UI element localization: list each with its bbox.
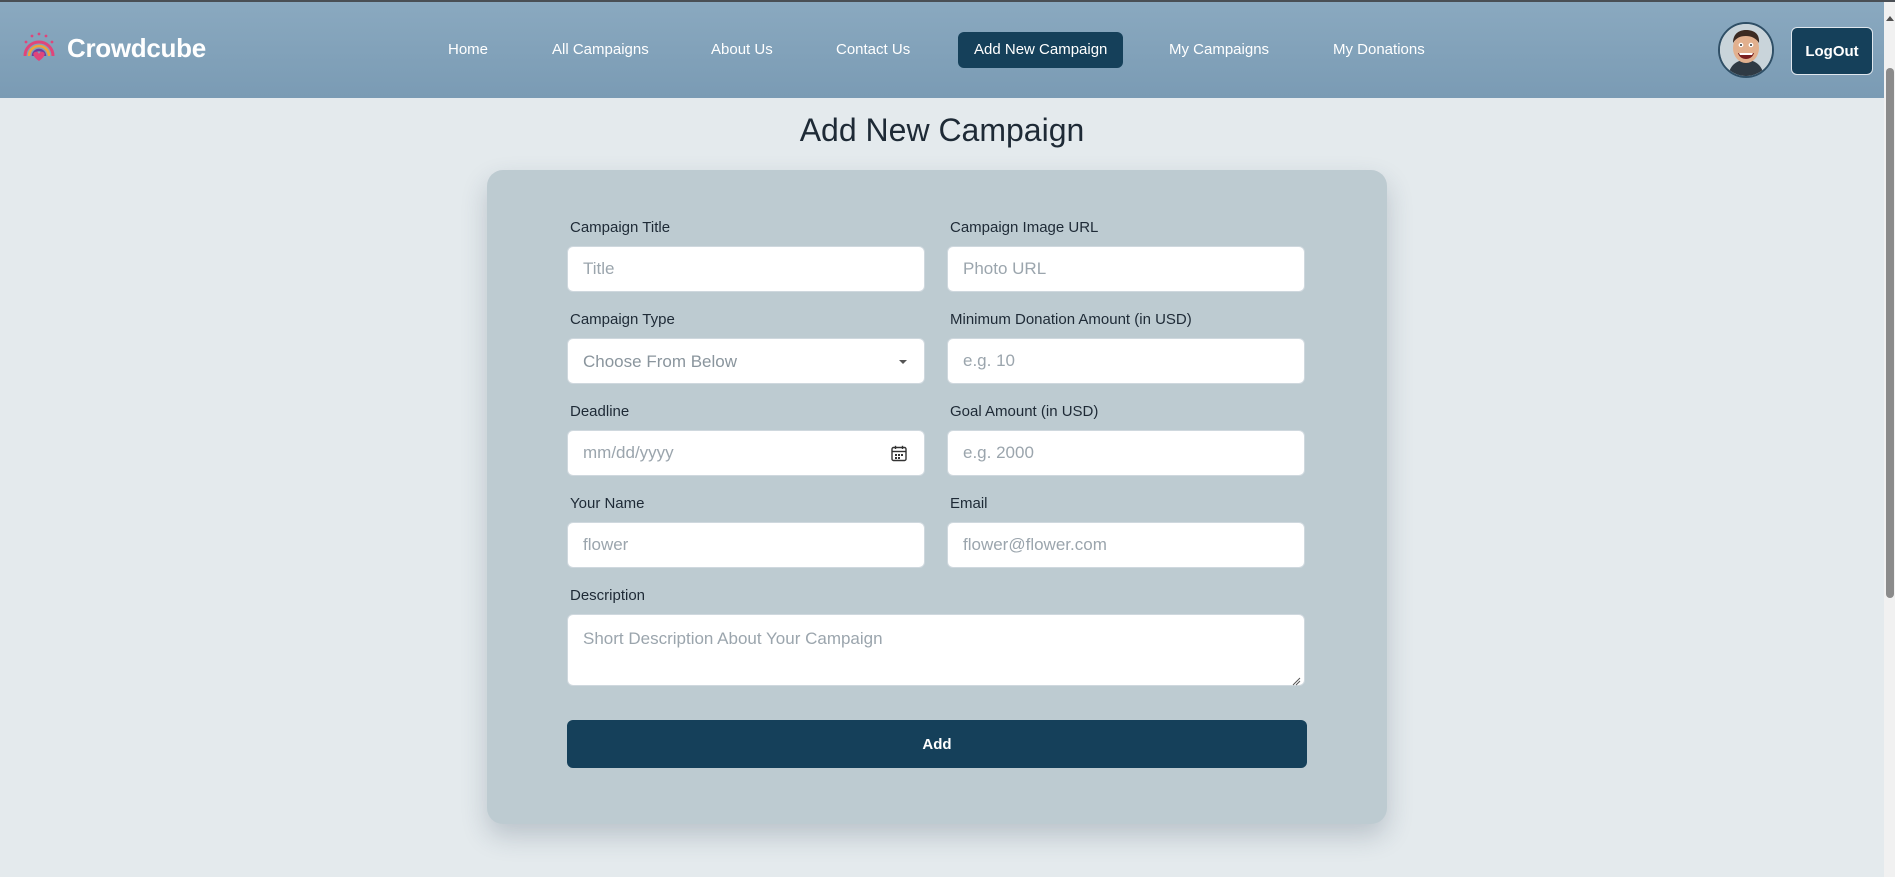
description-label: Description [570,587,646,604]
goal-amount-label: Goal Amount (in USD) [950,403,1099,420]
email-input[interactable] [948,523,1304,567]
page-scrollbar[interactable] [1884,2,1895,877]
your-name-label: Your Name [570,495,645,512]
min-donation-input[interactable] [948,339,1304,383]
campaign-title-field [567,246,925,292]
campaign-title-label: Campaign Title [570,219,671,236]
deadline-label: Deadline [570,403,630,420]
deadline-field [567,430,925,476]
nav-add-new-campaign-link[interactable]: Add New Campaign [958,32,1124,68]
page-title: Add New Campaign [799,112,1085,148]
nav-about-us-link[interactable]: About Us [695,32,789,68]
description-textarea[interactable] [568,615,1304,685]
campaign-type-selected-value: Choose From Below [583,352,738,371]
scrollbar-thumb[interactable] [1886,68,1894,598]
email-label: Email [950,495,988,512]
description-field [567,614,1305,686]
chevron-down-icon [899,360,907,364]
nav-home-link[interactable]: Home [432,32,504,68]
nav-my-campaigns-link[interactable]: My Campaigns [1153,32,1285,68]
nav-all-campaigns-link[interactable]: All Campaigns [536,32,665,68]
resize-grip-icon[interactable] [1292,673,1301,686]
user-avatar-icon[interactable] [1718,22,1774,78]
image-url-input[interactable] [948,247,1304,291]
min-donation-field [947,338,1305,384]
nav-contact-us-link[interactable]: Contact Us [820,32,926,68]
nav-my-donations-link[interactable]: My Donations [1317,32,1441,68]
logout-button[interactable]: LogOut [1791,27,1873,75]
brand-name: Crowdcube [67,32,206,63]
calendar-icon[interactable] [891,445,907,462]
scroll-up-arrow-icon[interactable] [1886,16,1894,21]
goal-amount-field [947,430,1305,476]
navbar: Crowdcube Home All Campaigns About Us Co… [0,2,1884,98]
email-field [947,522,1305,568]
goal-amount-input[interactable] [948,431,1304,475]
min-donation-label: Minimum Donation Amount (in USD) [950,311,1192,328]
campaign-type-select[interactable]: Choose From Below [567,338,925,384]
add-campaign-button[interactable]: Add [567,720,1307,768]
campaign-type-label: Campaign Type [570,311,675,328]
image-url-label: Campaign Image URL [950,219,1099,236]
image-url-field [947,246,1305,292]
your-name-field [567,522,925,568]
brand[interactable]: Crowdcube [20,30,206,66]
your-name-input[interactable] [568,523,924,567]
rainbow-heart-logo-icon [20,30,58,66]
deadline-input[interactable] [568,431,924,475]
campaign-title-input[interactable] [568,247,924,291]
add-campaign-form: Campaign Title Campaign Image URL Campai… [487,170,1387,824]
